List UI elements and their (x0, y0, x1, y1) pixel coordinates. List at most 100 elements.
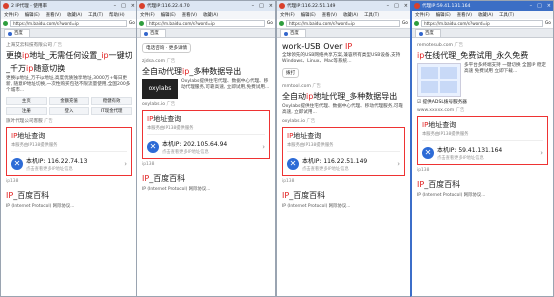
close-button[interactable]: × (269, 3, 273, 9)
browser-window-1[interactable]: 2 IP代理 - 使用率 – □ × 文件(F) 编辑(E) 查看(V) 收藏(A) 工具(T)… (0, 0, 138, 297)
menu-item[interactable]: 收藏(A) (203, 12, 218, 18)
menu-item[interactable]: 编辑(E) (25, 12, 40, 18)
sitelink-button[interactable]: 稳健有效 (91, 97, 132, 105)
menu-item[interactable]: 收藏(A) (343, 12, 358, 18)
ip-lookup-title[interactable]: IP地址查询 (147, 114, 265, 124)
address-input[interactable]: https://m.baidu.com/s?word=ip (10, 20, 127, 27)
maximize-button[interactable]: □ (121, 3, 126, 9)
address-input[interactable]: https://m.baidu.com/s?word=ip (146, 20, 265, 27)
menu-item[interactable]: 编辑(E) (301, 12, 316, 18)
sitelink-button[interactable]: 注册 (6, 107, 47, 115)
result-source[interactable]: 上海艾云科技有限公司 广告 (6, 42, 132, 48)
action-pill[interactable]: 拨打 (282, 68, 300, 78)
title-highlight: IP (345, 42, 353, 51)
sitelink-button[interactable]: 主页 (6, 97, 47, 105)
ip-lookup-card: IP地址查询 本服务由IP138提供服务 ✕ 本机IP: 59.41.131.164 点… (417, 116, 548, 165)
menu-item[interactable]: 查看(V) (457, 12, 472, 18)
ip-lookup-title[interactable]: IP地址查询 (287, 131, 400, 141)
menu-item[interactable]: 查看(V) (322, 12, 337, 18)
ip-result-row[interactable]: ✕ 本机IP: 116.22.51.149 点击查看更多IP地址信息 › (287, 151, 400, 172)
ip-result-row[interactable]: ✕ 本机IP: 202.105.64.94 点击查看更多IP地址信息 › (147, 134, 265, 155)
menu-item[interactable]: 文件(F) (280, 12, 295, 18)
maximize-button[interactable]: □ (394, 3, 399, 9)
go-button[interactable]: Go (545, 21, 551, 26)
baike-title[interactable]: IP_百度百科 (142, 173, 270, 184)
sitelink-button[interactable]: 登入 (48, 107, 90, 115)
close-button[interactable]: × (131, 3, 135, 9)
back-icon[interactable] (3, 21, 8, 26)
menu-item[interactable]: 文件(F) (4, 12, 19, 18)
baike-title[interactable]: IP_百度百科 (6, 190, 132, 201)
close-button[interactable]: × (547, 3, 551, 9)
tab-baidu[interactable]: 百度 (415, 29, 441, 37)
result-title[interactable]: 更换ip地址_无需任何设置_ip一键切换 (6, 50, 132, 61)
menu-item[interactable]: 收藏(A) (478, 12, 493, 18)
menu-item[interactable]: 工具(T) (499, 12, 514, 18)
go-button[interactable]: Go (129, 21, 135, 26)
maximize-button[interactable]: □ (259, 3, 264, 9)
result-title[interactable]: 全自动ip地址代理_多种数据导出 (282, 91, 405, 102)
ip-lookup-title[interactable]: IP地址查询 (422, 120, 543, 130)
go-button[interactable]: Go (267, 21, 273, 26)
title-part: work-USB Over (282, 42, 345, 51)
tab-baidu[interactable]: 百度 (140, 29, 166, 37)
ip-result-row[interactable]: ✕ 本机IP: 59.41.131.164 点击查看更多IP地址信息 › (422, 140, 543, 161)
menu-item[interactable]: 帮助(H) (109, 12, 125, 18)
ip-result-row[interactable]: ✕ 本机IP: 116.22.74.13 点击查看更多IP地址信息 › (11, 151, 127, 172)
menu-item[interactable]: 编辑(E) (161, 12, 176, 18)
address-input[interactable]: https://m.baidu.com/s?word=ip (286, 20, 400, 27)
result-source[interactable]: www.xxxxx.com 广告 (417, 107, 548, 113)
result-source[interactable]: mmtool.com 广告 (282, 83, 405, 89)
menu-item[interactable]: 编辑(E) (436, 12, 451, 18)
page-content: remotesub.com 广告 ip在线代理_免费试用_永久免费 多平台多终端支持… (412, 38, 553, 296)
tab-baidu[interactable]: 百度 (4, 29, 30, 37)
minimize-button[interactable]: – (114, 3, 117, 9)
ip-label: 本机IP: (162, 141, 184, 148)
title-bar: 2 IP代理 - 使用率 – □ × (1, 1, 137, 11)
maximize-button[interactable]: □ (537, 3, 542, 9)
tab-bar: 百度 (277, 29, 410, 38)
menu-item[interactable]: 工具(T) (88, 12, 103, 18)
tool-icon: ✕ (287, 158, 299, 170)
result-title[interactable]: work-USB Over IP (282, 42, 405, 51)
minimize-button[interactable]: – (387, 3, 390, 9)
minimize-button[interactable]: – (530, 3, 533, 9)
menu-item[interactable]: 文件(F) (415, 12, 430, 18)
menu-item[interactable]: 文件(F) (140, 12, 155, 18)
address-input[interactable]: https://m.baidu.com/s?word=ip (421, 20, 543, 27)
browser-window-3[interactable]: 代理IP:116.22.51.149 – □ × 文件(F) 编辑(E) 查看(V) 收藏(A… (276, 0, 411, 297)
result-source[interactable]: remotesub.com 广告 (417, 42, 548, 48)
sitelink-button[interactable]: IT现金代理 (91, 107, 132, 115)
menu-item[interactable]: 查看(V) (182, 12, 197, 18)
result-snippet: 全球领先的USB网络共享方案,兼容所有类型USB设备,支持Windows、Lin… (282, 53, 401, 64)
baike-title[interactable]: IP_百度百科 (282, 190, 405, 201)
ip-lookup-title[interactable]: IP地址查询 (11, 131, 127, 141)
back-icon[interactable] (414, 21, 419, 26)
back-icon[interactable] (139, 21, 144, 26)
minimize-button[interactable]: – (252, 3, 255, 9)
browser-window-4[interactable]: 代理IP:59.41.131.164 – □ × 文件(F) 编辑(E) 查看(V) 收藏(A… (410, 0, 554, 297)
browser-window-2[interactable]: 代理IP:116.22.4.70– □ × 文件(F) 编辑(E) 查看(V) 收藏(A) h… (136, 0, 276, 297)
baike-title[interactable]: IP_百度百科 (417, 179, 548, 190)
result-source[interactable]: zjdsa.com 广告 (142, 58, 270, 64)
source-text: zjdsa.com (142, 59, 166, 64)
tab-baidu[interactable]: 百度 (280, 29, 306, 37)
close-button[interactable]: × (404, 3, 408, 9)
result-title[interactable]: _千万ip随意切换 (6, 63, 132, 74)
title-part: 地址查询 (428, 121, 457, 129)
result-title[interactable]: 全自动代理ip_多种数据导出 (142, 66, 270, 77)
result-source[interactable]: oxylabs.io 广告 (142, 101, 270, 107)
menu-item[interactable]: 查看(V) (46, 12, 61, 18)
menu-item[interactable]: 工具(T) (364, 12, 379, 18)
result-source[interactable]: 旗叶代理公司客服 广告 (6, 118, 132, 124)
adsl-checkbox[interactable]: ☑ 提供ADSL拨号服务器 (417, 99, 548, 105)
action-pill[interactable]: 电话咨询 · 更多详情 (142, 43, 192, 53)
ip-value: 59.41.131.164 (458, 147, 503, 154)
menu-item[interactable]: 收藏(A) (67, 12, 82, 18)
back-icon[interactable] (279, 21, 284, 26)
result-source[interactable]: oxylabs.io 广告 (282, 118, 405, 124)
sitelink-button[interactable]: 金额充值 (48, 97, 90, 105)
go-button[interactable]: Go (402, 21, 408, 26)
result-title[interactable]: ip在线代理_免费试用_永久免费 (417, 50, 548, 61)
page-content: 电话咨询 · 更多详情 zjdsa.com 广告全自动代理ip_多种数据导出oxy… (137, 38, 275, 296)
